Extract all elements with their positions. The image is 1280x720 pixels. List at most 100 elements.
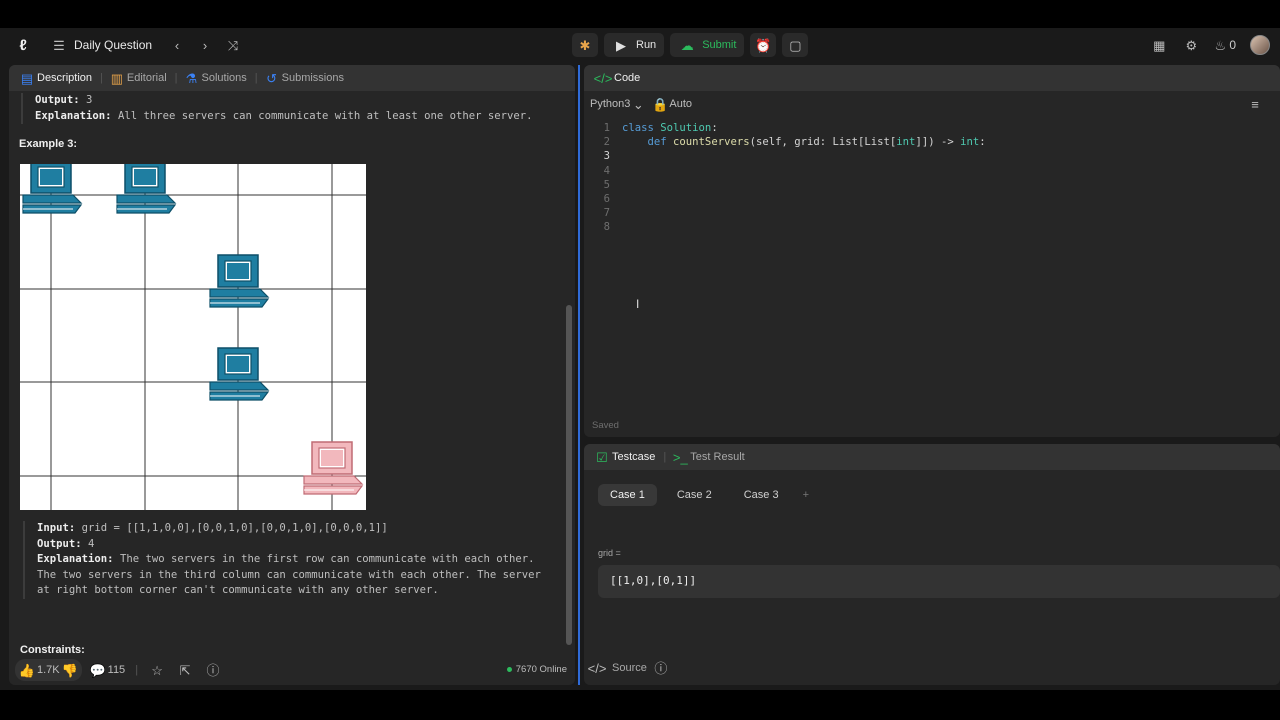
help-icon[interactable]: ⓘ [204,661,222,679]
panel-resize-handle[interactable] [578,65,580,685]
constraints-title: Constraints: [20,644,85,655]
cloud-upload-icon: ☁ [680,37,694,53]
debugger-button[interactable]: ✱ [572,33,598,57]
tab-test-result[interactable]: >_ Test Result [670,448,748,466]
scrollbar-thumb[interactable] [566,305,572,645]
line-number: 6 [603,192,610,205]
server-icon [209,347,270,401]
case-tab-3[interactable]: Case 3 [732,484,791,506]
add-case-button[interactable]: + [799,484,813,506]
tab-submissions-label: Submissions [281,72,344,84]
source-code-icon: </> [587,660,607,676]
tab-solutions-label: Solutions [201,72,247,84]
language-label: Python3 [590,98,631,110]
example-3-explanation: Explanation: The two servers in the firs… [37,553,541,597]
top-bar: ℓ ☰ Daily Question ‹ › ⤨ ✱ ▶ Run ☁ Submi… [0,28,1280,62]
settings-gear-icon[interactable]: ⚙ [1182,36,1200,54]
timer-button[interactable]: ⏰ [750,33,777,57]
example-2-block: Output: 3 Explanation: All three servers… [21,93,555,125]
history-icon: ↺ [266,70,278,86]
checkbox-icon: ☑ [596,449,608,465]
shuffle-icon[interactable]: ⤨ [224,36,242,54]
code-line[interactable]: 2 def countServers(self, grid: List[List… [584,135,1280,149]
problem-list-icon[interactable]: ☰ [50,36,68,54]
tab-separator: | [100,72,103,84]
run-button[interactable]: ▶ Run [604,33,665,57]
submit-button[interactable]: ☁ Submit [670,33,745,57]
mode-label: Auto [669,98,693,110]
star-icon[interactable]: ☆ [148,661,166,679]
isolated-server-icon [303,441,364,495]
like-button[interactable]: 👍 1.7K 👎 [15,659,82,681]
leetcode-logo-icon[interactable]: ℓ [14,36,32,54]
terminal-icon: >_ [672,449,688,465]
user-avatar[interactable] [1250,35,1270,55]
flame-icon: ♨ [1214,37,1227,53]
code-line[interactable]: 7 [584,206,1280,220]
comments-button[interactable]: 💬 115 [90,661,126,679]
bug-icon: ✱ [579,37,591,53]
tab-testcase[interactable]: ☑ Testcase [592,448,659,466]
prev-problem-icon[interactable]: ‹ [168,36,186,54]
code-line[interactable]: 8 [584,220,1280,234]
description-footer: 👍 1.7K 👎 💬 115 | ☆ ⇱ ⓘ 7670 Online [9,655,575,685]
chevron-down-icon: ⌄ [632,96,644,112]
format-icon[interactable]: ≡ [1246,95,1264,113]
share-icon[interactable]: ⇱ [176,661,194,679]
top-bar-left: ℓ ☰ Daily Question ‹ › ⤨ [14,28,242,62]
tab-separator: | [174,72,178,84]
next-problem-icon[interactable]: › [196,36,214,54]
line-number: 4 [603,164,610,177]
testcase-panel: ☑ Testcase | >_ Test Result Case 1 Case … [584,444,1280,685]
text-cursor-icon: I [636,297,640,311]
tab-code[interactable]: </> Code [592,69,644,87]
tab-code-label: Code [614,72,641,84]
server-icon [22,160,83,214]
line-number: 8 [603,221,610,234]
code-text: class Solution: [622,122,718,134]
code-line[interactable]: 4 [584,164,1280,178]
param-input[interactable]: [[1,0],[0,1]] [598,565,1280,598]
code-editor[interactable]: 1 class Solution: 2 def countServers(self,… [584,121,1280,371]
example-3-title: Example 3: [19,138,78,151]
tab-description[interactable]: ▤ Description [17,69,96,87]
description-scrollbar[interactable] [566,95,572,655]
server-icon [209,254,270,308]
case-tab-1[interactable]: Case 1 [598,484,657,506]
tab-submissions[interactable]: ↺ Submissions [262,69,348,87]
note-icon: ▢ [789,37,802,53]
streak-count: 0 [1229,38,1236,52]
layout-grid-icon[interactable]: ▦ [1150,36,1168,54]
code-line[interactable]: 5 [584,178,1280,192]
daily-question-link[interactable]: Daily Question [74,38,152,52]
play-icon: ▶ [616,37,626,53]
code-line[interactable]: 1 class Solution: [584,121,1280,135]
thumbs-down-icon[interactable]: 👎 [62,661,78,679]
param-label: grid = [598,548,621,558]
case-tab-2[interactable]: Case 2 [665,484,724,506]
source-link[interactable]: Source [612,662,647,674]
example-2-output: Output: 3 [35,94,93,106]
server-icon [116,160,177,214]
language-select[interactable]: Python3 ⌄ [590,95,644,113]
alarm-clock-icon: ⏰ [755,37,772,53]
code-line[interactable]: 6 [584,192,1280,206]
top-bar-right: ▦ ⚙ ♨ 0 [1150,28,1270,62]
example-3-block: Input: grid = [[1,1,0,0],[0,0,1,0],[0,0,… [23,521,553,599]
notes-button[interactable]: ▢ [782,33,809,57]
help-circle-icon[interactable]: ⓘ [654,659,667,677]
top-bar-center: ✱ ▶ Run ☁ Submit ⏰ ▢ [572,33,809,57]
tab-editorial[interactable]: ▥ Editorial [107,69,171,87]
streak-counter[interactable]: ♨ 0 [1214,36,1236,54]
line-number: 1 [603,122,610,134]
code-line[interactable]: 3 [584,149,1280,163]
line-number: 5 [603,178,610,191]
autocomplete-toggle[interactable]: 🔒 Auto [652,95,693,113]
example-2-explanation: Explanation: All three servers can commu… [35,109,533,122]
tab-solutions[interactable]: ⚗ Solutions [182,69,251,87]
code-brackets-icon: </> [593,70,613,86]
book-icon: ▥ [110,70,124,86]
